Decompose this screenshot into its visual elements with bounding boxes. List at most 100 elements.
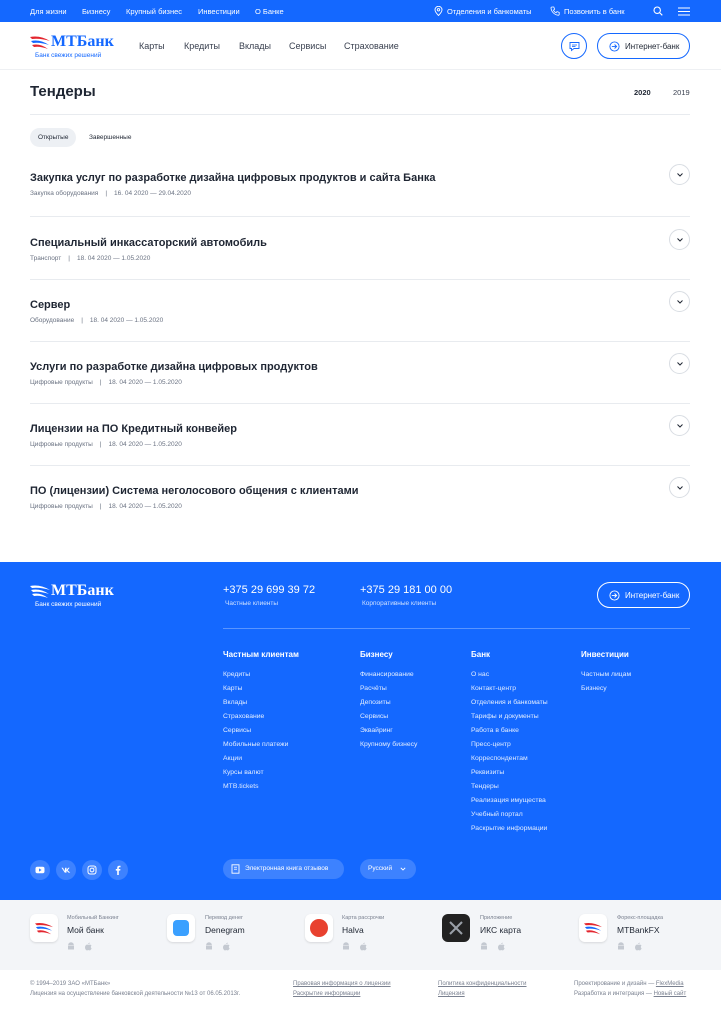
footer-link[interactable]: Тарифы и документы [471, 713, 539, 720]
internet-bank-button[interactable]: Интернет-банк [597, 33, 690, 59]
footer-link[interactable]: Кредиты [223, 671, 250, 678]
footer-link[interactable]: Отделения и банкоматы [471, 699, 548, 706]
footer-link[interactable]: MTB.tickets [223, 783, 259, 790]
logo[interactable]: МТБанк Банк свежих решений [30, 33, 114, 61]
youtube-button[interactable] [30, 860, 50, 880]
topbar-link-life[interactable]: Для жизни [30, 7, 67, 16]
year-2019-tab[interactable]: 2019 [673, 88, 690, 97]
footer-internet-bank-button[interactable]: Интернет-банк [597, 582, 690, 608]
app-icon-moi-bank[interactable] [30, 914, 58, 942]
tender-item[interactable]: Специальный инкассаторский автомобиль Тр… [30, 229, 690, 280]
tender-item[interactable]: Сервер Оборудование | 18. 04 2020 — 1.05.2… [30, 291, 690, 342]
apple-icon[interactable] [222, 942, 230, 951]
footer-link[interactable]: Тендеры [471, 783, 499, 790]
app-name[interactable]: Denegram [205, 925, 245, 935]
search-icon[interactable] [653, 6, 663, 16]
android-icon[interactable] [617, 942, 625, 951]
footer-link[interactable]: Акции [223, 755, 242, 762]
footer-link[interactable]: Пресс-центр [471, 741, 511, 748]
footer-link[interactable]: Сервисы [360, 713, 388, 720]
app-icon-iks-karta[interactable] [442, 914, 470, 942]
tab-open[interactable]: Открытые [30, 128, 77, 147]
expand-button[interactable] [669, 477, 690, 498]
footer-link[interactable]: Расчёты [360, 685, 387, 692]
feedback-button[interactable]: Электронная книга отзывов [223, 859, 344, 879]
vk-button[interactable] [56, 860, 76, 880]
tender-item[interactable]: Закупка услуг по разработке дизайна цифр… [30, 164, 690, 217]
apple-icon[interactable] [634, 942, 642, 951]
facebook-button[interactable] [108, 860, 128, 880]
nav-insurance[interactable]: Страхование [344, 41, 399, 51]
app-icon-mtbankfx[interactable] [579, 914, 607, 942]
footer-link[interactable]: Реализация имущества [471, 797, 546, 804]
footer-link[interactable]: Карты [223, 685, 242, 692]
footer-col-title[interactable]: Частным клиентам [223, 650, 299, 659]
app-icon-halva[interactable] [305, 914, 333, 942]
footer-link[interactable]: Корреспондентам [471, 755, 528, 762]
footer-col-title[interactable]: Инвестиции [581, 650, 629, 659]
tender-item[interactable]: Услуги по разработке дизайна цифровых пр… [30, 353, 690, 404]
footer-link[interactable]: Депозиты [360, 699, 391, 706]
topbar-link-business[interactable]: Бизнесу [82, 7, 110, 16]
tender-item[interactable]: Лицензии на ПО Кредитный конвейер Цифров… [30, 415, 690, 466]
expand-button[interactable] [669, 229, 690, 250]
tender-title[interactable]: Услуги по разработке дизайна цифровых пр… [30, 361, 318, 373]
topbar-link-about[interactable]: О Банке [255, 7, 284, 16]
year-2020-tab[interactable]: 2020 [634, 88, 651, 97]
license-link[interactable]: Лицензия [438, 991, 465, 997]
footer-link[interactable]: Раскрытие информации [471, 825, 547, 832]
tender-title[interactable]: ПО (лицензии) Система неголосового общен… [30, 485, 359, 497]
novy-sait-link[interactable]: Новый сайт [654, 991, 687, 997]
footer-link[interactable]: Эквайринг [360, 727, 393, 734]
footer-link[interactable]: Финансирование [360, 671, 414, 678]
tender-item[interactable]: ПО (лицензии) Система неголосового общен… [30, 477, 690, 515]
footer-link[interactable]: Мобильные платежи [223, 741, 288, 748]
footer-link[interactable]: Вклады [223, 699, 247, 706]
footer-col-title[interactable]: Банк [471, 650, 490, 659]
tender-title[interactable]: Закупка услуг по разработке дизайна цифр… [30, 172, 435, 184]
footer-link[interactable]: Крупному бизнесу [360, 741, 417, 748]
android-icon[interactable] [67, 942, 75, 951]
footer-link[interactable]: Сервисы [223, 727, 251, 734]
chat-button[interactable] [561, 33, 587, 59]
tab-completed[interactable]: Завершенные [81, 128, 139, 147]
apple-icon[interactable] [497, 942, 505, 951]
nav-services[interactable]: Сервисы [289, 41, 326, 51]
disclosure-link[interactable]: Раскрытие информации [293, 991, 360, 997]
footer-link[interactable]: Работа в банке [471, 727, 519, 734]
nav-cards[interactable]: Карты [139, 41, 165, 51]
flexmedia-link[interactable]: FlexMedia [656, 981, 684, 987]
expand-button[interactable] [669, 291, 690, 312]
topbar-call-link[interactable]: Позвонить в банк [564, 7, 625, 16]
tender-title[interactable]: Лицензии на ПО Кредитный конвейер [30, 423, 237, 435]
footer-link[interactable]: Учебный портал [471, 811, 523, 818]
nav-loans[interactable]: Кредиты [184, 41, 220, 51]
android-icon[interactable] [480, 942, 488, 951]
topbar-branches-link[interactable]: Отделения и банкоматы [447, 7, 532, 16]
apple-icon[interactable] [359, 942, 367, 951]
phone-corporate[interactable]: +375 29 181 00 00 [360, 584, 452, 596]
expand-button[interactable] [669, 353, 690, 374]
app-name[interactable]: Мой банк [67, 925, 104, 935]
nav-deposits[interactable]: Вклады [239, 41, 271, 51]
footer-link[interactable]: О нас [471, 671, 489, 678]
footer-link[interactable]: Курсы валют [223, 769, 264, 776]
language-select[interactable]: Русский [360, 859, 416, 879]
android-icon[interactable] [205, 942, 213, 951]
footer-link[interactable]: Частным лицам [581, 671, 631, 678]
app-name[interactable]: Halva [342, 925, 364, 935]
footer-col-title[interactable]: Бизнесу [360, 650, 393, 659]
footer-link[interactable]: Контакт-центр [471, 685, 516, 692]
phone-private[interactable]: +375 29 699 39 72 [223, 584, 315, 596]
legal-license-link[interactable]: Правовая информация о лицензии [293, 981, 391, 987]
android-icon[interactable] [342, 942, 350, 951]
tender-title[interactable]: Сервер [30, 299, 70, 311]
footer-link[interactable]: Бизнесу [581, 685, 607, 692]
footer-link[interactable]: Реквизиты [471, 769, 504, 776]
footer-logo[interactable]: МТБанк Банк свежих решений [30, 582, 114, 610]
topbar-link-investments[interactable]: Инвестиции [198, 7, 240, 16]
apple-icon[interactable] [84, 942, 92, 951]
menu-icon[interactable] [678, 7, 690, 16]
app-icon-denegram[interactable] [167, 914, 195, 942]
footer-link[interactable]: Страхование [223, 713, 264, 720]
